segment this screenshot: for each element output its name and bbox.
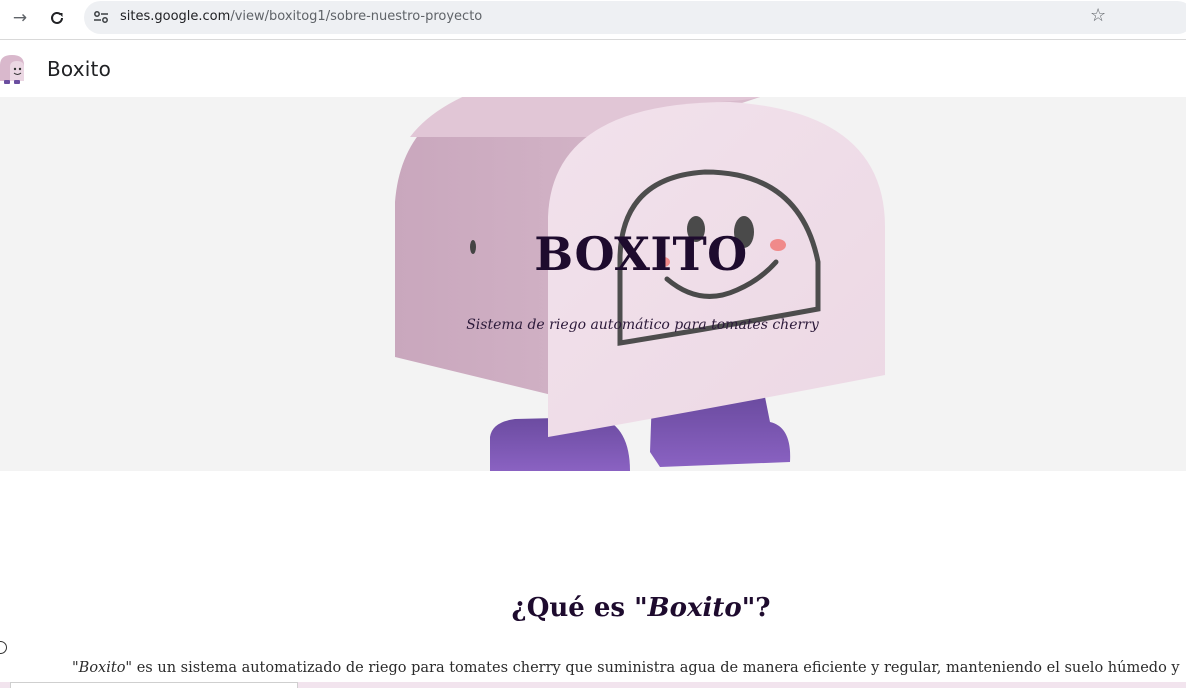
body-rest: es un sistema automatizado de riego para… xyxy=(132,660,1182,676)
bookmark-star-icon[interactable]: ☆ xyxy=(1090,5,1106,26)
site-logo[interactable] xyxy=(0,51,28,85)
url-path: /view/boxitog1/sobre-nuestro-proyecto xyxy=(230,9,483,24)
hero-title: BOXITO xyxy=(534,227,748,281)
section-title-prefix: ¿Qué es xyxy=(511,593,635,623)
section-title: ¿Qué es "Boxito"? xyxy=(0,593,1186,623)
section-title-emphasis: "Boxito" xyxy=(634,593,756,623)
body-emphasis: "Boxito" xyxy=(72,660,133,676)
boxito-robot-image xyxy=(395,97,885,471)
address-bar[interactable]: sites.google.com/view/boxitog1/sobre-nue… xyxy=(84,1,1186,34)
site-name[interactable]: Boxito xyxy=(47,57,111,81)
forward-arrow-icon[interactable]: → xyxy=(6,6,34,30)
section-body-text: "Boxito" es un sistema automatizado de r… xyxy=(72,660,1182,676)
circle-icon[interactable] xyxy=(0,641,7,654)
url-domain: sites.google.com xyxy=(120,9,231,24)
browser-toolbar: → sites.google.com/view/boxitog1/sobre-n… xyxy=(0,0,1186,40)
reload-icon[interactable] xyxy=(43,6,71,30)
hero-subtitle: Sistema de riego automático para tomates… xyxy=(466,317,819,333)
bottom-panel xyxy=(10,682,298,688)
section-title-suffix: ? xyxy=(755,593,771,623)
site-header: Boxito xyxy=(0,41,1186,97)
hero-banner: BOXITO Sistema de riego automático para … xyxy=(0,97,1186,471)
site-info-icon[interactable] xyxy=(93,10,109,24)
url-text[interactable]: sites.google.com/view/boxitog1/sobre-nue… xyxy=(120,9,482,24)
